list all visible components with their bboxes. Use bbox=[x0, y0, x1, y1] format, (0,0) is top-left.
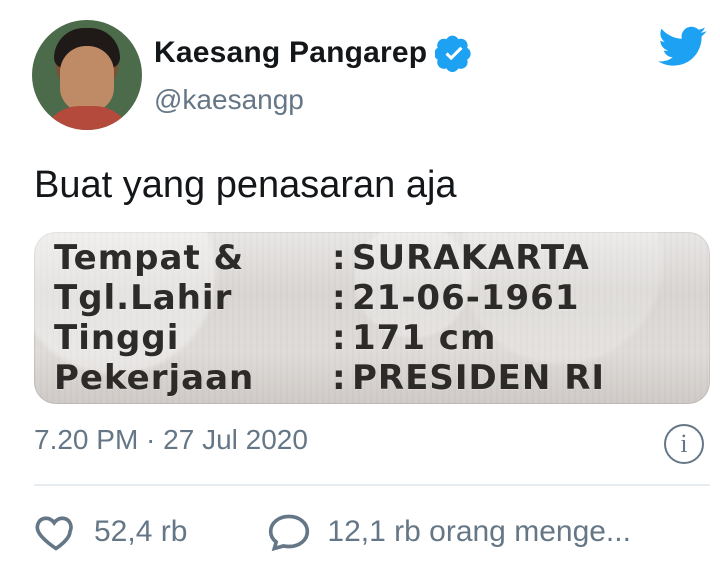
id-row-value: PRESIDEN RI bbox=[352, 358, 606, 398]
id-row-label: Tempat & bbox=[54, 238, 245, 278]
reply-count: 12,1 rb orang menge... bbox=[327, 515, 631, 548]
tweet-actions: 52,4 rb 12,1 rb orang menge... bbox=[34, 510, 631, 554]
author-name[interactable]: Kaesang Pangarep bbox=[154, 36, 427, 70]
id-row-colon: : bbox=[332, 358, 346, 398]
id-row-label: Tinggi bbox=[54, 318, 180, 358]
author-handle[interactable]: @kaesangp bbox=[154, 84, 304, 116]
twitter-bird-icon[interactable] bbox=[654, 22, 712, 70]
author-avatar[interactable] bbox=[32, 20, 142, 130]
tweet-timestamp[interactable]: 7.20 PM · 27 Jul 2020 bbox=[34, 424, 308, 456]
id-row-2: Tgl.Lahir : 21-06-1961 bbox=[54, 278, 704, 318]
info-icon[interactable]: i bbox=[664, 424, 704, 464]
id-row-colon: : bbox=[332, 238, 346, 278]
id-row-value: 171 cm bbox=[352, 318, 497, 358]
id-row-3: Tinggi : 171 cm bbox=[54, 318, 704, 358]
id-row-1: Tempat & : SURAKARTA bbox=[54, 238, 704, 278]
verified-badge-icon bbox=[435, 35, 471, 72]
heart-icon[interactable] bbox=[34, 510, 78, 554]
id-row-label: Tgl.Lahir bbox=[54, 278, 233, 318]
tweet-image-card[interactable]: Tempat & : SURAKARTA Tgl.Lahir : 21-06-1… bbox=[34, 232, 710, 404]
id-row-value: SURAKARTA bbox=[352, 238, 590, 278]
like-count: 52,4 rb bbox=[94, 515, 188, 548]
avatar-shirt bbox=[40, 106, 134, 130]
avatar-face bbox=[60, 46, 114, 112]
like-action[interactable]: 52,4 rb bbox=[34, 510, 187, 554]
id-row-colon: : bbox=[332, 318, 346, 358]
id-row-value: 21-06-1961 bbox=[352, 278, 580, 318]
id-row-4: Pekerjaan : PRESIDEN RI bbox=[54, 358, 704, 398]
divider bbox=[34, 484, 710, 486]
id-row-colon: : bbox=[332, 278, 346, 318]
reply-bubble-icon[interactable] bbox=[267, 510, 311, 554]
tweet-text: Buat yang penasaran aja bbox=[34, 164, 457, 206]
author-name-row: Kaesang Pangarep bbox=[154, 34, 473, 72]
id-row-label: Pekerjaan bbox=[54, 358, 255, 398]
reply-action[interactable]: 12,1 rb orang menge... bbox=[267, 510, 631, 554]
